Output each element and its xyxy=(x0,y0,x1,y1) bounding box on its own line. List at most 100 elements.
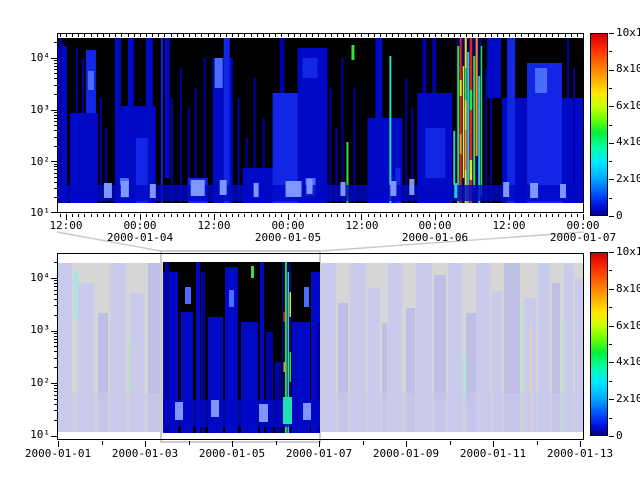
tick-mark xyxy=(54,391,57,392)
tick-mark xyxy=(78,214,79,217)
tick-mark xyxy=(51,383,57,384)
tick-mark xyxy=(54,137,57,138)
tick-mark xyxy=(54,420,57,421)
tick-mark xyxy=(363,441,364,445)
tick-mark xyxy=(537,441,538,445)
tick-mark xyxy=(318,214,319,217)
tick-mark xyxy=(54,333,57,334)
tick-mark xyxy=(609,51,612,52)
tick-mark xyxy=(128,214,129,217)
tick-mark xyxy=(54,388,57,389)
tick-mark xyxy=(115,214,116,217)
top-xtick-time: 12:00 xyxy=(184,220,244,232)
tick-mark xyxy=(417,34,418,37)
bottom-colorbar xyxy=(590,252,608,436)
bottom-colorbar-label: 2x10⁷ xyxy=(616,393,640,405)
tick-mark xyxy=(275,214,276,217)
tick-mark xyxy=(232,34,233,37)
top-colorbar-label: 10x10⁷ xyxy=(616,27,640,39)
tick-mark xyxy=(51,212,57,213)
tick-mark xyxy=(460,34,461,37)
tick-mark xyxy=(454,34,455,37)
tick-mark xyxy=(134,214,135,217)
tick-mark xyxy=(552,214,553,217)
top-ytick-label: 10² xyxy=(20,156,50,168)
tick-mark xyxy=(411,34,412,37)
tick-mark xyxy=(103,214,104,217)
tick-mark xyxy=(54,177,57,178)
tick-mark xyxy=(54,197,57,198)
tick-mark xyxy=(558,214,559,217)
tick-mark xyxy=(609,143,614,144)
tick-mark xyxy=(54,395,57,396)
top-xtick-time: 12:00 xyxy=(332,220,392,232)
tick-mark xyxy=(386,34,387,37)
tick-mark xyxy=(54,280,57,281)
tick-mark xyxy=(195,34,196,37)
tick-mark xyxy=(450,441,451,445)
tick-mark xyxy=(288,34,289,37)
tick-mark xyxy=(472,34,473,37)
tick-mark xyxy=(472,214,473,217)
tick-mark xyxy=(54,315,57,316)
tick-mark xyxy=(195,214,196,217)
tick-mark xyxy=(54,69,57,70)
tick-mark xyxy=(97,34,98,37)
tick-mark xyxy=(164,214,165,217)
tick-mark xyxy=(54,346,57,347)
tick-mark xyxy=(374,214,375,217)
tick-mark xyxy=(238,214,239,217)
tick-mark xyxy=(171,214,172,217)
tick-mark xyxy=(102,441,103,445)
tick-mark xyxy=(54,351,57,352)
tick-mark xyxy=(312,34,313,37)
top-xtick-time: 12:00 xyxy=(36,220,96,232)
tick-mark xyxy=(466,34,467,37)
top-colorbar-label: 2x10⁷ xyxy=(616,173,640,185)
tick-mark xyxy=(54,66,57,67)
tick-mark xyxy=(51,58,57,59)
top-ytick-label: 10⁴ xyxy=(20,52,50,64)
tick-mark xyxy=(609,289,614,290)
tick-mark xyxy=(609,307,612,308)
bottom-xtick-label: 2000-01-09 xyxy=(366,448,446,460)
tick-mark xyxy=(503,214,504,217)
tick-mark xyxy=(534,214,535,217)
tick-mark xyxy=(485,34,486,37)
tick-mark xyxy=(183,34,184,37)
tick-mark xyxy=(312,214,313,217)
tick-mark xyxy=(54,182,57,183)
tick-mark xyxy=(300,214,301,217)
tick-mark xyxy=(478,34,479,37)
tick-mark xyxy=(54,85,57,86)
tick-mark xyxy=(528,214,529,217)
tick-mark xyxy=(454,214,455,217)
tick-mark xyxy=(546,214,547,217)
top-ytick-label: 10¹ xyxy=(20,207,50,219)
tick-mark xyxy=(392,214,393,217)
tick-mark xyxy=(337,34,338,37)
tick-mark xyxy=(54,115,57,116)
top-colorbar-label: 6x10⁷ xyxy=(616,100,640,112)
top-colorbar xyxy=(590,33,608,216)
tick-mark xyxy=(54,339,57,340)
tick-mark xyxy=(609,270,612,271)
tick-mark xyxy=(609,198,612,199)
tick-mark xyxy=(540,34,541,37)
tick-mark xyxy=(177,214,178,217)
tick-mark xyxy=(54,94,57,95)
tick-mark xyxy=(164,34,165,37)
tick-mark xyxy=(411,214,412,217)
tick-mark xyxy=(232,214,233,217)
tick-mark xyxy=(103,34,104,37)
tick-mark xyxy=(546,34,547,37)
tick-mark xyxy=(609,161,612,162)
tick-mark xyxy=(72,34,73,37)
tick-mark xyxy=(460,214,461,217)
tick-mark xyxy=(91,34,92,37)
tick-mark xyxy=(121,214,122,217)
tick-mark xyxy=(503,34,504,37)
tick-mark xyxy=(609,381,612,382)
tick-mark xyxy=(509,34,510,37)
tick-mark xyxy=(51,331,57,332)
